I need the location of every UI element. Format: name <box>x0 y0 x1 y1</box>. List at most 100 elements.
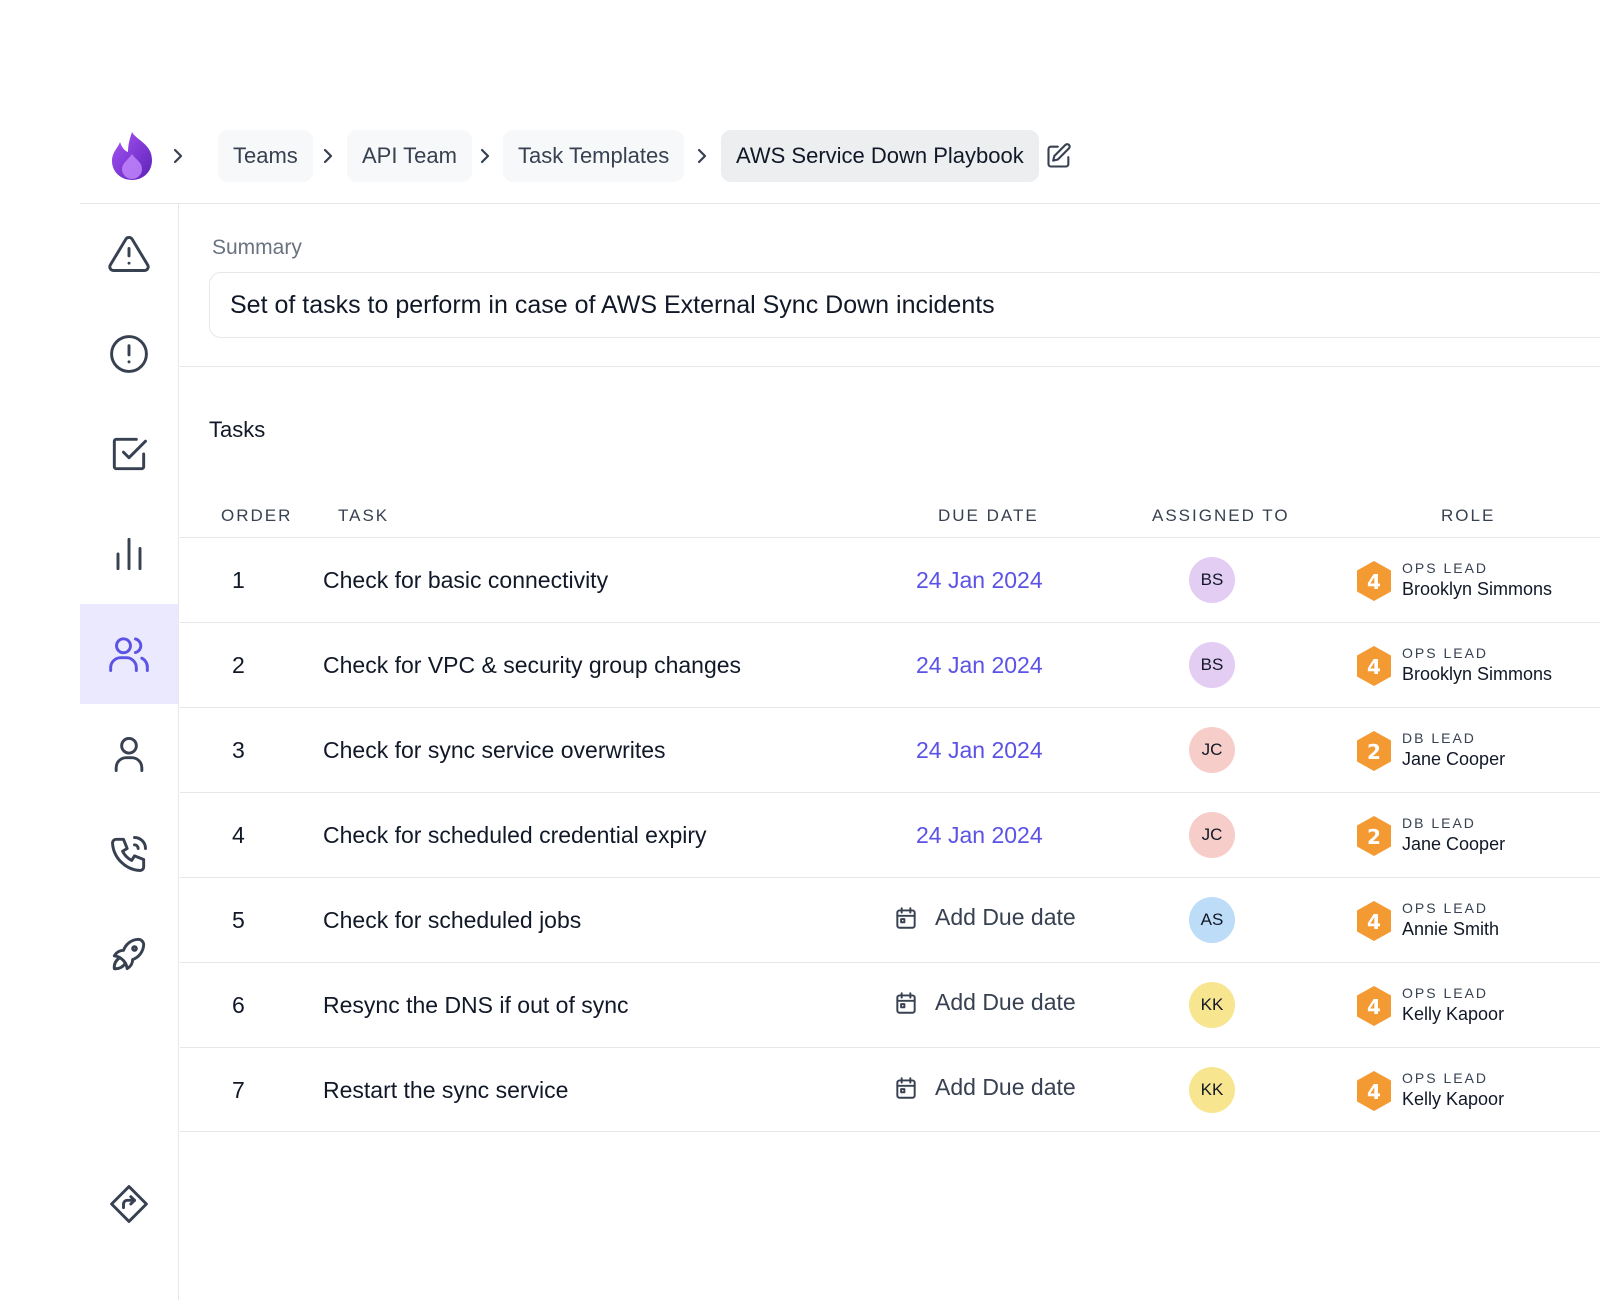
sidebar <box>80 204 179 1300</box>
role-title: OPS LEAD <box>1402 560 1489 576</box>
sidebar-item-alerts[interactable] <box>80 204 178 304</box>
breadcrumb-teams[interactable]: Teams <box>218 130 313 182</box>
task-name[interactable]: Check for VPC & security group changes <box>323 652 741 679</box>
tasks-heading: Tasks <box>209 417 266 442</box>
sidebar-item-routing[interactable] <box>80 1154 178 1254</box>
breadcrumb-label: API Team <box>362 143 457 168</box>
sidebar-item-tasks[interactable] <box>80 404 178 504</box>
avatar[interactable]: KK <box>1189 1067 1235 1113</box>
role-assignee-name: Jane Cooper <box>1402 834 1506 854</box>
role-assignee-name: Kelly Kapoor <box>1402 1089 1505 1109</box>
sidebar-item-teams[interactable] <box>80 604 178 704</box>
role-badge-icon: 4 <box>1357 986 1391 1026</box>
role-assignee-name: Kelly Kapoor <box>1402 1004 1505 1024</box>
top-bar: Teams API Team Task Templates AWS Servic… <box>80 124 1600 188</box>
role-badge-level: 4 <box>1367 910 1381 934</box>
role-badge-level: 4 <box>1367 655 1381 679</box>
role-title: OPS LEAD <box>1402 900 1489 916</box>
role-badge-level: 2 <box>1367 740 1381 764</box>
table-row[interactable]: 1 Check for basic connectivity 24 Jan 2024… <box>180 537 1600 622</box>
add-due-date-button[interactable]: Add Due date <box>893 904 1076 931</box>
role-badge-icon: 4 <box>1357 646 1391 686</box>
column-header-role: ROLE <box>1441 506 1496 525</box>
table-row[interactable]: 2 Check for VPC & security group changes 2… <box>180 622 1600 707</box>
route-icon <box>110 1185 148 1223</box>
table-row[interactable]: 5 Check for scheduled jobs Add Due date AS 4… <box>180 877 1600 962</box>
due-date[interactable]: 24 Jan 2024 <box>916 737 1043 764</box>
calendar-icon <box>896 991 916 1014</box>
alert-circle-icon <box>110 335 148 373</box>
role-assignee-name: Annie Smith <box>1402 919 1500 939</box>
chevron-right-icon <box>173 148 183 164</box>
role-badge-icon: 2 <box>1357 816 1391 856</box>
role-assignee-name: Brooklyn Simmons <box>1402 664 1553 684</box>
avatar[interactable]: JC <box>1189 812 1235 858</box>
task-order: 2 <box>232 652 245 678</box>
breadcrumb-current-page[interactable]: AWS Service Down Playbook <box>721 130 1039 182</box>
avatar[interactable]: BS <box>1189 642 1235 688</box>
summary-input[interactable] <box>209 272 1600 338</box>
alert-triangle-icon <box>108 236 150 272</box>
table-row[interactable]: 3 Check for sync service overwrites 24 Jan… <box>180 707 1600 792</box>
sidebar-item-on-call[interactable] <box>80 804 178 904</box>
task-order: 1 <box>232 567 245 593</box>
breadcrumb-label: Task Templates <box>518 143 670 168</box>
column-header-task: TASK <box>338 506 390 525</box>
table-row[interactable]: 4 Check for scheduled credential expiry 24… <box>180 792 1600 877</box>
role-badge-level: 4 <box>1367 1080 1381 1104</box>
role-badge-level: 4 <box>1367 995 1381 1019</box>
task-order: 3 <box>232 737 245 763</box>
task-name[interactable]: Check for basic connectivity <box>323 567 608 594</box>
page-title: AWS Service Down Playbook <box>736 143 1024 168</box>
sidebar-item-analytics[interactable] <box>80 504 178 604</box>
bar-chart-icon <box>116 537 142 571</box>
chevron-right-icon <box>480 148 490 164</box>
summary-label: Summary <box>212 236 302 259</box>
avatar[interactable]: BS <box>1189 557 1235 603</box>
checkbox-icon <box>112 437 147 471</box>
due-date[interactable]: 24 Jan 2024 <box>916 652 1043 679</box>
role-title: DB LEAD <box>1402 815 1476 831</box>
sidebar-item-incidents[interactable] <box>80 304 178 404</box>
column-header-order: ORDER <box>221 506 293 525</box>
add-due-date-button[interactable]: Add Due date <box>893 989 1076 1016</box>
calendar-icon <box>896 1076 916 1099</box>
role-assignee-name: Jane Cooper <box>1402 749 1506 769</box>
due-date[interactable]: 24 Jan 2024 <box>916 567 1043 594</box>
column-header-due-date: DUE DATE <box>938 506 1039 525</box>
task-order: 5 <box>232 907 245 933</box>
task-name[interactable]: Check for scheduled credential expiry <box>323 822 707 849</box>
task-name[interactable]: Check for sync service overwrites <box>323 737 666 764</box>
avatar[interactable]: KK <box>1189 982 1235 1028</box>
calendar-icon <box>896 906 916 929</box>
task-name[interactable]: Resync the DNS if out of sync <box>323 992 629 1019</box>
phone-icon <box>111 836 147 872</box>
breadcrumb-api-team[interactable]: API Team <box>347 130 472 182</box>
chevron-right-icon <box>323 148 333 164</box>
role-badge-level: 4 <box>1367 570 1381 594</box>
user-icon <box>114 736 144 772</box>
breadcrumb-label: Teams <box>233 143 298 168</box>
header-divider <box>80 203 1600 204</box>
table-row[interactable]: 7 Restart the sync service Add Due date KK 4… <box>180 1047 1600 1132</box>
table-row[interactable]: 6 Resync the DNS if out of sync Add Due da… <box>180 962 1600 1047</box>
breadcrumb-task-templates[interactable]: Task Templates <box>503 130 685 182</box>
task-order: 7 <box>232 1077 245 1103</box>
tasks-table: 1 Check for basic connectivity 24 Jan 2024… <box>180 537 1600 1132</box>
due-date[interactable]: 24 Jan 2024 <box>916 822 1043 849</box>
add-due-date-button[interactable]: Add Due date <box>893 1074 1076 1101</box>
edit-icon[interactable] <box>1045 142 1073 170</box>
task-name[interactable]: Check for scheduled jobs <box>323 907 581 934</box>
avatar[interactable]: AS <box>1189 897 1235 943</box>
role-badge-icon: 4 <box>1357 561 1391 601</box>
role-assignee-name: Brooklyn Simmons <box>1402 579 1553 599</box>
role-title: OPS LEAD <box>1402 645 1489 661</box>
flame-logo-icon[interactable] <box>108 130 156 182</box>
role-title: OPS LEAD <box>1402 1070 1489 1086</box>
role-badge-level: 2 <box>1367 825 1381 849</box>
task-name[interactable]: Restart the sync service <box>323 1077 568 1104</box>
sidebar-item-deployments[interactable] <box>80 904 178 1004</box>
role-title: DB LEAD <box>1402 730 1476 746</box>
sidebar-item-users[interactable] <box>80 704 178 804</box>
avatar[interactable]: JC <box>1189 727 1235 773</box>
